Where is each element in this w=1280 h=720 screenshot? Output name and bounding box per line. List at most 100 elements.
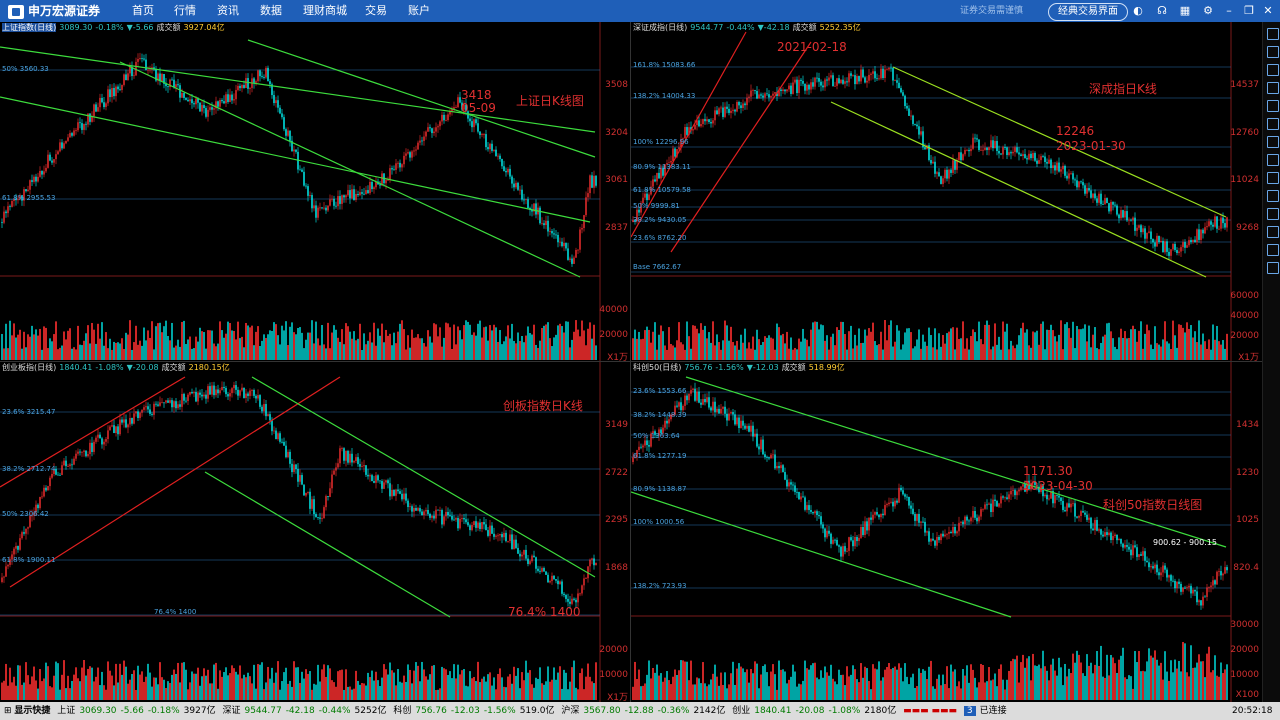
candle-body [964,150,966,155]
volume-bar [1144,671,1146,700]
restore-icon[interactable]: ❐ [1242,4,1256,18]
candle-body [874,512,876,515]
candle-body [123,74,125,85]
ticker-name[interactable]: 上证 [57,706,75,716]
panel-star50-index[interactable]: 科创50(日线) 756.76 -1.56% ▼-12.03 成交额 518.99亿 11… [631,362,1262,702]
candle-body [359,464,361,467]
nav-trade[interactable]: 交易 [365,0,387,22]
candle-body [656,172,658,182]
ticker-name[interactable]: 创业 [732,706,750,716]
volume-bar [964,675,966,700]
volume-bar [896,325,898,360]
shenzhen-kline-chart[interactable] [631,22,1262,362]
nav-news[interactable]: 资讯 [217,0,239,22]
candle-body [1186,587,1188,589]
candle-body [399,491,401,494]
fib-level: 23.6% 8762.20 [633,234,687,242]
volume-bar [1132,325,1134,360]
panel-shenzhen-index[interactable]: 深证成指(日线) 9544.77 -0.44% ▼-42.18 成交额 5252.35亿 … [631,22,1262,362]
candle-body [932,161,934,164]
volume-bar [1132,688,1134,700]
tool-icon[interactable] [1267,118,1279,130]
volume-bar [836,327,838,360]
tool-icon[interactable] [1267,154,1279,166]
candle-body [968,149,970,152]
candle-body [676,405,678,407]
candle-body [255,81,257,83]
tool-icon[interactable] [1267,46,1279,58]
ticker-name[interactable]: 科创 [393,706,411,716]
nav-data[interactable]: 数据 [260,0,282,22]
candle-body [125,74,127,81]
tool-icon[interactable] [1267,208,1279,220]
candle-body [688,393,690,401]
candle-body [245,393,247,399]
candle-body [239,85,241,89]
nav-home[interactable]: 首页 [132,0,154,22]
volume-bar [860,663,862,700]
ticker-name[interactable]: 沪深 [561,706,579,716]
volume-bar [1040,323,1042,360]
candle-body [808,505,810,511]
star50-kline-chart[interactable] [631,362,1262,702]
candle-body [245,78,247,88]
candle-body [467,522,469,526]
volume-bar [956,686,958,700]
trend-channel-line [9,376,341,588]
tool-icon[interactable] [1267,82,1279,94]
volume-bar [936,349,938,360]
nav-quotes[interactable]: 行情 [174,0,196,22]
panel-shanghai-index[interactable]: 上证指数(日线) 3089.30 -0.18% ▼-5.66 成交额 3927.04亿 上… [0,22,630,362]
candle-body [305,492,307,496]
tool-icon[interactable] [1267,172,1279,184]
candle-body [920,521,922,523]
tool-icon[interactable] [1267,136,1279,148]
candle-body [780,89,782,91]
volume-bar [309,671,311,700]
volume-bar [666,671,668,700]
trend-channel-line [119,61,581,278]
nav-wealth-mall[interactable]: 理财商城 [303,0,347,22]
quick-toggle[interactable]: ⊞ 显示快捷 [4,706,50,716]
grid-icon[interactable]: ▦ [1178,4,1192,18]
tool-icon[interactable] [1267,244,1279,256]
volume-bar [339,341,341,360]
ticker-name[interactable]: 深证 [222,706,240,716]
gear-icon[interactable]: ⚙ [1201,4,1215,18]
tool-icon[interactable] [1267,100,1279,112]
classic-trade-button[interactable]: 经典交易界面 [1048,3,1128,21]
volume-bar [139,340,141,360]
volume-bar [293,332,295,360]
shanghai-kline-chart[interactable] [0,22,630,362]
volume-bar [946,333,948,360]
volume-bar [1174,659,1176,700]
volume-bar [405,349,407,360]
nav-account[interactable]: 账户 [408,0,430,22]
volume-bar [221,676,223,700]
volume-bar [377,328,379,360]
tool-icon[interactable] [1267,226,1279,238]
candle-body [1004,497,1006,499]
headset-icon[interactable]: ☊ [1155,4,1169,18]
tool-icon[interactable] [1267,64,1279,76]
volume-bar [866,335,868,360]
candle-body [465,519,467,523]
panel-chinext-index[interactable]: 创业板指(日线) 1840.41 -1.08% ▼-20.08 成交额 2180.15亿 … [0,362,630,702]
candle-body [261,76,263,78]
candle-body [427,127,429,132]
candle-body [289,451,291,464]
volume-bar [1052,658,1054,700]
close-icon[interactable]: ✕ [1261,4,1275,18]
candle-body [1208,587,1210,589]
minimize-icon[interactable]: – [1222,4,1236,18]
volume-bar [203,668,205,700]
volume-bar [788,679,790,700]
tool-icon[interactable] [1267,190,1279,202]
tool-icon[interactable] [1267,262,1279,274]
candle-body [479,131,481,135]
candle-body [469,118,471,122]
theme-icon[interactable]: ◐ [1131,4,1145,18]
tool-icon[interactable] [1267,28,1279,40]
candle-body [1166,569,1168,578]
candle-body [850,537,852,541]
